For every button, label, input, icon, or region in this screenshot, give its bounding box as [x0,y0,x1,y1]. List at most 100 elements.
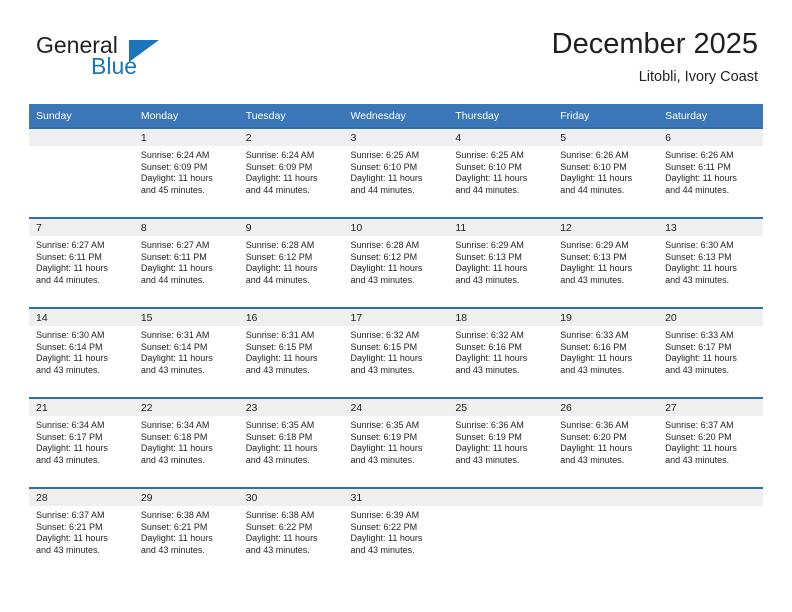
sunset-text: Sunset: 6:19 PM [350,431,418,442]
calendar-cell-day-31[interactable]: 31 Sunrise: 6:39 AM Sunset: 6:22 PM Dayligh… [343,487,449,577]
calendar-cell-day-17[interactable]: 17 Sunrise: 6:32 AM Sunset: 6:15 PM Dayligh… [343,307,449,397]
day-cell[interactable]: 28 Sunrise: 6:37 AM Sunset: 6:21 PM Dayligh… [29,487,134,577]
calendar-cell-day-13[interactable]: 13 Sunrise: 6:30 AM Sunset: 6:13 PM Dayligh… [658,217,763,307]
daylight-text-line2: and 43 minutes. [350,274,415,285]
daylight-text-line2: and 43 minutes. [665,454,730,465]
calendar-cell-day-22[interactable]: 22 Sunrise: 6:34 AM Sunset: 6:18 PM Dayligh… [133,397,239,487]
calendar-cell-day-4[interactable]: 4 Sunrise: 6:25 AM Sunset: 6:10 PM Daylight… [448,127,554,217]
calendar-cell-day-1[interactable]: 1 Sunrise: 6:24 AM Sunset: 6:09 PM Daylight… [133,127,239,217]
weekday-header-sunday: Sunday [29,104,134,127]
daylight-text-line1: Daylight: 11 hours [245,263,318,274]
sunset-text: Sunset: 6:20 PM [560,431,627,442]
day-cell[interactable]: 4 Sunrise: 6:25 AM Sunset: 6:10 PM Daylight… [448,127,554,217]
calendar-cell-day-15[interactable]: 15 Sunrise: 6:31 AM Sunset: 6:14 PM Dayligh… [133,307,239,397]
day-cell[interactable]: 16 Sunrise: 6:31 AM Sunset: 6:15 PM Dayligh… [238,307,344,397]
daylight-text-line2: and 44 minutes. [665,184,730,195]
calendar-cell-day-24[interactable]: 24 Sunrise: 6:35 AM Sunset: 6:19 PM Dayligh… [343,397,449,487]
day-cell[interactable]: 29 Sunrise: 6:38 AM Sunset: 6:21 PM Dayligh… [133,487,239,577]
calendar-cell-day-16[interactable]: 16 Sunrise: 6:31 AM Sunset: 6:15 PM Dayligh… [238,307,344,397]
day-cell[interactable]: 6 Sunrise: 6:26 AM Sunset: 6:11 PM Daylight… [658,127,763,217]
day-cell[interactable]: 24 Sunrise: 6:35 AM Sunset: 6:19 PM Dayligh… [343,397,449,487]
calendar-header-row: Sunday Monday Tuesday Wednesday Thursday Frid… [29,104,763,127]
day-cell[interactable]: 14 Sunrise: 6:30 AM Sunset: 6:14 PM Dayligh… [29,307,134,397]
day-cell[interactable]: 25 Sunrise: 6:36 AM Sunset: 6:19 PM Dayligh… [448,397,554,487]
calendar-cell-day-10[interactable]: 10 Sunrise: 6:28 AM Sunset: 6:12 PM Dayligh… [343,217,449,307]
sunrise-text: Sunrise: 6:36 AM [560,420,629,430]
daylight-text-line1: Daylight: 11 hours [665,353,737,364]
daylight-text-line1: Daylight: 11 hours [36,443,108,454]
day-number: 16 [238,309,344,326]
day-number [29,129,134,146]
day-cell[interactable]: 11 Sunrise: 6:29 AM Sunset: 6:13 PM Dayligh… [448,217,554,307]
day-cell-empty [553,487,659,577]
day-cell[interactable]: 17 Sunrise: 6:32 AM Sunset: 6:15 PM Dayligh… [343,307,449,397]
day-cell[interactable]: 2 Sunrise: 6:24 AM Sunset: 6:09 PM Daylight… [238,127,344,217]
day-cell[interactable]: 15 Sunrise: 6:31 AM Sunset: 6:14 PM Dayligh… [133,307,239,397]
day-cell[interactable]: 18 Sunrise: 6:32 AM Sunset: 6:16 PM Dayligh… [448,307,554,397]
daylight-text-line2: and 43 minutes. [350,454,415,465]
day-sun-info: Sunrise: 6:36 AM Sunset: 6:19 PM Daylight:… [448,416,553,466]
day-cell[interactable]: 3 Sunrise: 6:25 AM Sunset: 6:10 PM Daylight… [343,127,449,217]
day-cell[interactable]: 5 Sunrise: 6:26 AM Sunset: 6:10 PM Daylight… [553,127,659,217]
day-sun-info: Sunrise: 6:32 AM Sunset: 6:15 PM Daylight:… [344,326,449,376]
calendar-cell-day-12[interactable]: 12 Sunrise: 6:29 AM Sunset: 6:13 PM Dayligh… [553,217,659,307]
day-cell[interactable]: 19 Sunrise: 6:33 AM Sunset: 6:16 PM Dayligh… [553,307,659,397]
day-cell[interactable]: 13 Sunrise: 6:30 AM Sunset: 6:13 PM Dayligh… [658,217,763,307]
calendar-cell-day-6[interactable]: 6 Sunrise: 6:26 AM Sunset: 6:11 PM Daylight… [658,127,763,217]
sunset-text: Sunset: 6:21 PM [140,521,208,532]
calendar-week-row: 14 Sunrise: 6:30 AM Sunset: 6:14 PM Dayligh… [29,307,763,397]
calendar-cell-day-3[interactable]: 3 Sunrise: 6:25 AM Sunset: 6:10 PM Daylight… [343,127,449,217]
day-sun-info: Sunrise: 6:34 AM Sunset: 6:18 PM Daylight:… [134,416,239,466]
day-cell[interactable]: 9 Sunrise: 6:28 AM Sunset: 6:12 PM Daylight… [238,217,344,307]
day-number: 27 [658,399,763,416]
day-cell[interactable]: 10 Sunrise: 6:28 AM Sunset: 6:12 PM Dayligh… [343,217,449,307]
day-cell[interactable]: 1 Sunrise: 6:24 AM Sunset: 6:09 PM Daylight… [133,127,239,217]
day-cell[interactable]: 7 Sunrise: 6:27 AM Sunset: 6:11 PM Daylight… [29,217,134,307]
daylight-text-line1: Daylight: 11 hours [245,443,318,454]
calendar-cell-day-7[interactable]: 7 Sunrise: 6:27 AM Sunset: 6:11 PM Daylight… [29,217,134,307]
day-sun-info: Sunrise: 6:24 AM Sunset: 6:09 PM Daylight:… [239,146,344,196]
day-sun-info: Sunrise: 6:27 AM Sunset: 6:11 PM Daylight:… [29,236,134,286]
day-cell[interactable]: 20 Sunrise: 6:33 AM Sunset: 6:17 PM Dayligh… [658,307,763,397]
calendar-cell-day-25[interactable]: 25 Sunrise: 6:36 AM Sunset: 6:19 PM Dayligh… [448,397,554,487]
day-cell[interactable]: 12 Sunrise: 6:29 AM Sunset: 6:13 PM Dayligh… [553,217,659,307]
day-cell[interactable]: 21 Sunrise: 6:34 AM Sunset: 6:17 PM Dayligh… [29,397,134,487]
calendar-cell-day-23[interactable]: 23 Sunrise: 6:35 AM Sunset: 6:18 PM Dayligh… [238,397,344,487]
daylight-text-line2: and 43 minutes. [245,454,310,465]
title-block: December 2025 Litobli, Ivory Coast [552,26,758,88]
sunset-text: Sunset: 6:12 PM [350,251,418,262]
day-sun-info: Sunrise: 6:26 AM Sunset: 6:10 PM Daylight:… [553,146,658,196]
calendar-cell-day-19[interactable]: 19 Sunrise: 6:33 AM Sunset: 6:16 PM Dayligh… [553,307,659,397]
day-cell[interactable]: 27 Sunrise: 6:37 AM Sunset: 6:20 PM Dayligh… [658,397,763,487]
sunrise-text: Sunrise: 6:37 AM [665,420,734,430]
calendar-cell-day-26[interactable]: 26 Sunrise: 6:36 AM Sunset: 6:20 PM Dayligh… [553,397,659,487]
general-blue-logo[interactable]: General Blue [36,32,216,88]
daylight-text-line2: and 43 minutes. [350,544,415,555]
day-sun-info: Sunrise: 6:35 AM Sunset: 6:18 PM Daylight:… [239,416,344,466]
calendar-cell-day-20[interactable]: 20 Sunrise: 6:33 AM Sunset: 6:17 PM Dayligh… [658,307,763,397]
day-cell[interactable]: 23 Sunrise: 6:35 AM Sunset: 6:18 PM Dayligh… [238,397,344,487]
calendar-cell-day-29[interactable]: 29 Sunrise: 6:38 AM Sunset: 6:21 PM Dayligh… [133,487,239,577]
day-cell[interactable]: 26 Sunrise: 6:36 AM Sunset: 6:20 PM Dayligh… [553,397,659,487]
calendar-cell-day-11[interactable]: 11 Sunrise: 6:29 AM Sunset: 6:13 PM Dayligh… [448,217,554,307]
calendar-cell-day-8[interactable]: 8 Sunrise: 6:27 AM Sunset: 6:11 PM Daylight… [133,217,239,307]
calendar-cell-day-27[interactable]: 27 Sunrise: 6:37 AM Sunset: 6:20 PM Dayligh… [658,397,763,487]
sunset-text: Sunset: 6:18 PM [140,431,208,442]
day-cell[interactable]: 8 Sunrise: 6:27 AM Sunset: 6:11 PM Daylight… [133,217,239,307]
day-cell[interactable]: 30 Sunrise: 6:38 AM Sunset: 6:22 PM Dayligh… [238,487,344,577]
sunrise-text: Sunrise: 6:33 AM [560,330,629,340]
day-number: 25 [448,399,554,416]
calendar-cell-day-21[interactable]: 21 Sunrise: 6:34 AM Sunset: 6:17 PM Dayligh… [29,397,134,487]
calendar-cell-day-18[interactable]: 18 Sunrise: 6:32 AM Sunset: 6:16 PM Dayligh… [448,307,554,397]
day-number: 11 [448,219,554,236]
calendar-cell-day-2[interactable]: 2 Sunrise: 6:24 AM Sunset: 6:09 PM Daylight… [238,127,344,217]
daylight-text-line1: Daylight: 11 hours [350,263,423,274]
day-cell[interactable]: 31 Sunrise: 6:39 AM Sunset: 6:22 PM Dayligh… [343,487,449,577]
calendar-cell-day-14[interactable]: 14 Sunrise: 6:30 AM Sunset: 6:14 PM Dayligh… [29,307,134,397]
calendar-cell-day-28[interactable]: 28 Sunrise: 6:37 AM Sunset: 6:21 PM Dayligh… [29,487,134,577]
calendar-cell-day-5[interactable]: 5 Sunrise: 6:26 AM Sunset: 6:10 PM Daylight… [553,127,659,217]
daylight-text-line2: and 44 minutes. [140,274,205,285]
calendar-cell-day-9[interactable]: 9 Sunrise: 6:28 AM Sunset: 6:12 PM Daylight… [238,217,344,307]
calendar-cell-day-30[interactable]: 30 Sunrise: 6:38 AM Sunset: 6:22 PM Dayligh… [238,487,344,577]
day-cell[interactable]: 22 Sunrise: 6:34 AM Sunset: 6:18 PM Dayligh… [133,397,239,487]
